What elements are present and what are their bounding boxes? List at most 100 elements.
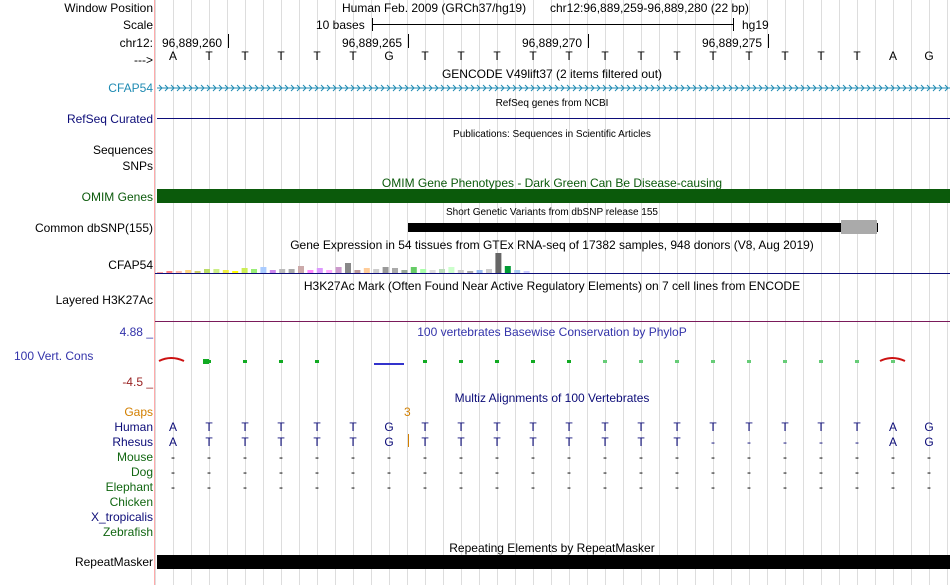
multiz-track-title[interactable]: Multiz Alignments of 100 Vertebrates	[0, 391, 950, 405]
refseq-track-title[interactable]: RefSeq genes from NCBI	[0, 98, 950, 109]
track-left-border	[154, 0, 155, 585]
conservation-track-label[interactable]: 100 Vert. Cons	[14, 349, 93, 363]
alignment-base: T	[457, 420, 465, 434]
alignment-base: -	[279, 450, 283, 464]
alignment-base: -	[855, 480, 859, 494]
species-label[interactable]: Elephant	[106, 480, 153, 494]
species-label[interactable]: X_tropicalis	[91, 510, 153, 524]
alignment-base: T	[673, 420, 681, 434]
repeatmasker-track-title[interactable]: Repeating Elements by RepeatMasker	[0, 541, 950, 555]
reference-base: T	[277, 49, 285, 63]
alignment-base: T	[745, 420, 753, 434]
alignment-base: -	[927, 465, 931, 479]
alignment-base: -	[531, 465, 535, 479]
alignment-base: T	[421, 435, 429, 449]
conservation-max-label: 4.88 _	[119, 325, 153, 339]
gencode-track-title[interactable]: GENCODE V49lift37 (2 items filtered out)	[0, 67, 950, 81]
alignment-base: T	[205, 435, 213, 449]
reference-base: T	[565, 49, 573, 63]
publications-track-label[interactable]: Sequences	[93, 143, 153, 157]
repeatmasker-element-bar[interactable]	[157, 555, 950, 569]
position-text: chr12:96,889,259-96,889,280 (22 bp)	[550, 1, 749, 15]
gencode-gene-label[interactable]: CFAP54	[108, 81, 153, 95]
alignment-base: -	[171, 465, 175, 479]
alignment-base: -	[171, 480, 175, 494]
alignment-base: -	[783, 435, 787, 449]
dbsnp-variant-bar[interactable]	[408, 223, 878, 232]
alignment-base: -	[279, 480, 283, 494]
alignment-base: -	[387, 465, 391, 479]
alignment-base: T	[313, 435, 321, 449]
repeatmasker-track-label[interactable]: RepeatMasker	[75, 555, 153, 569]
reference-base: T	[637, 49, 645, 63]
alignment-base: -	[675, 465, 679, 479]
species-label[interactable]: Chicken	[110, 495, 153, 509]
coordinate-tick	[768, 34, 769, 48]
alignment-base: -	[711, 465, 715, 479]
publications-snps-label[interactable]: SNPs	[122, 159, 153, 173]
multiz-gaps-label[interactable]: Gaps	[124, 405, 153, 419]
alignment-base: T	[601, 420, 609, 434]
reference-base: T	[493, 49, 501, 63]
omim-gene-bar[interactable]	[157, 189, 950, 203]
conservation-signal[interactable]	[155, 352, 950, 370]
reference-base: T	[313, 49, 321, 63]
gtex-expression-bars[interactable]	[155, 248, 555, 274]
reference-base: G	[384, 49, 394, 63]
gap-count[interactable]: 3	[404, 405, 411, 419]
alignment-base: -	[459, 480, 463, 494]
alignment-base: T	[241, 435, 249, 449]
alignment-base: -	[567, 450, 571, 464]
species-label[interactable]: Mouse	[117, 450, 153, 464]
species-label[interactable]: Rhesus	[112, 435, 153, 449]
refseq-track-label[interactable]: RefSeq Curated	[67, 112, 153, 126]
alignment-base: -	[603, 480, 607, 494]
alignment-base: -	[783, 480, 787, 494]
alignment-base: -	[459, 465, 463, 479]
alignment-base: -	[891, 480, 895, 494]
alignment-base: -	[639, 480, 643, 494]
reference-base: T	[817, 49, 825, 63]
scale-bar-left-tick	[372, 18, 373, 31]
alignment-base: -	[855, 435, 859, 449]
alignment-base: T	[241, 420, 249, 434]
refseq-intron-line[interactable]	[157, 118, 950, 119]
h3k27ac-track-title[interactable]: H3K27Ac Mark (Often Found Near Active Re…	[0, 279, 950, 293]
species-label[interactable]: Zebrafish	[103, 525, 153, 539]
dbsnp-track-label[interactable]: Common dbSNP(155)	[35, 221, 153, 235]
alignment-base: -	[747, 480, 751, 494]
reference-base: T	[601, 49, 609, 63]
alignment-base: T	[565, 420, 573, 434]
alignment-base: G	[384, 435, 394, 449]
h3k27ac-track-label[interactable]: Layered H3K27Ac	[56, 293, 153, 307]
reference-base: T	[709, 49, 717, 63]
scale-label: Scale	[122, 18, 153, 32]
dbsnp-variant-highlight[interactable]	[841, 220, 877, 234]
alignment-base: -	[423, 450, 427, 464]
alignment-base: T	[529, 435, 537, 449]
species-label[interactable]: Dog	[131, 465, 153, 479]
alignment-base: -	[567, 480, 571, 494]
coordinate-label: 96,889,265	[342, 36, 403, 50]
alignment-base: -	[819, 435, 823, 449]
alignment-base: -	[351, 465, 355, 479]
alignment-base: -	[711, 435, 715, 449]
alignment-base: -	[783, 450, 787, 464]
gtex-tissue-bar	[298, 266, 304, 273]
dbsnp-track-title[interactable]: Short Genetic Variants from dbSNP releas…	[0, 207, 950, 218]
alignment-base: -	[675, 480, 679, 494]
scale-assembly: hg19	[742, 18, 769, 32]
alignment-base: -	[927, 480, 931, 494]
species-label[interactable]: Human	[114, 420, 153, 434]
alignment-base: -	[819, 465, 823, 479]
omim-track-label[interactable]: OMIM Genes	[82, 190, 153, 204]
alignment-base: T	[565, 435, 573, 449]
gencode-gene-feature[interactable]	[155, 82, 950, 94]
coordinate-label: 96,889,275	[702, 36, 763, 50]
alignment-base: -	[855, 465, 859, 479]
omim-track-title[interactable]: OMIM Gene Phenotypes - Dark Green Can Be…	[0, 176, 950, 190]
gtex-track-label[interactable]: CFAP54	[108, 258, 153, 272]
window-position-label: Window Position	[64, 1, 153, 15]
publications-track-title[interactable]: Publications: Sequences in Scientific Ar…	[0, 129, 950, 140]
alignment-base: G	[924, 420, 934, 434]
